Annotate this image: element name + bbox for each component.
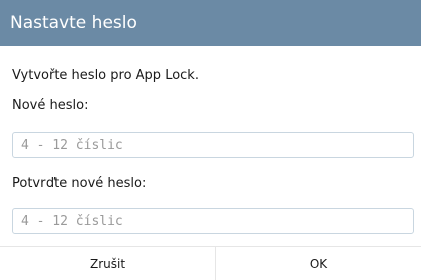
confirm-password-label: Potvrďte nové heslo: [12, 176, 147, 191]
set-password-dialog: Nastavte heslo Vytvořte heslo pro App Lo… [0, 0, 421, 280]
confirm-password-input[interactable] [12, 208, 414, 234]
new-password-label: Nové heslo: [12, 98, 89, 113]
dialog-message: Vytvořte heslo pro App Lock. [12, 68, 199, 83]
dialog-title: Nastavte heslo [10, 13, 137, 33]
dialog-titlebar: Nastavte heslo [0, 0, 421, 46]
cancel-button[interactable]: Zrušit [0, 247, 215, 280]
new-password-input[interactable] [12, 132, 414, 158]
dialog-button-bar: Zrušit OK [0, 246, 421, 280]
ok-button[interactable]: OK [216, 247, 421, 280]
